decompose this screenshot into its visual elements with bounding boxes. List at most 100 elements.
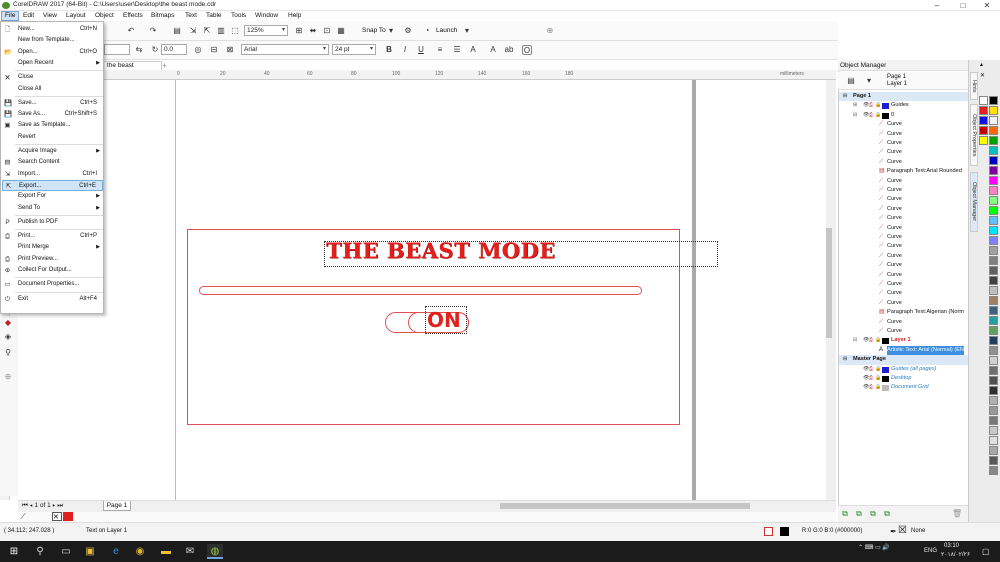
object-row-curve[interactable]: ⟋ Curve — [839, 224, 969, 233]
rotation-angle-field[interactable]: 0.0 — [161, 44, 187, 55]
palette-color-swatch[interactable] — [989, 196, 998, 205]
palette-color-swatch[interactable] — [989, 426, 998, 435]
menu-window[interactable]: Window — [252, 11, 281, 21]
palette-color-swatch[interactable] — [989, 186, 998, 195]
no-fill-icon[interactable]: ✕ — [980, 72, 985, 79]
object-row-layer-red[interactable]: ⊟ 👁 ⎙ 🔒 Layer 1 — [839, 336, 969, 345]
fit-page-icon[interactable]: ⊞ — [294, 26, 304, 36]
lock-icon[interactable]: 🔒 — [875, 383, 881, 392]
object-row-para[interactable]: ▤ Paragraph Text:Algerian (Norm — [839, 308, 969, 317]
object-row-curve[interactable]: ⟋ Curve — [839, 214, 969, 223]
lock-icon[interactable]: 🔒 — [875, 336, 881, 345]
tray-icons[interactable]: ⌃ ⌨ ▭ 🔊 — [858, 544, 890, 551]
lock-icon[interactable]: 🔒 — [875, 365, 881, 374]
object-row-curve[interactable]: ⟋ Curve — [839, 158, 969, 167]
smart-fill-icon[interactable]: ◈ — [3, 332, 13, 342]
file-menu-item-new[interactable]: 🗋 New... Ctrl+N — [2, 24, 103, 35]
object-row-curve[interactable]: ⟋ Curve — [839, 252, 969, 261]
palette-color-swatch[interactable] — [979, 106, 988, 115]
palette-color-swatch[interactable] — [989, 236, 998, 245]
add-toolbar-icon[interactable]: ⊕ — [545, 26, 555, 36]
object-row-curve[interactable]: ⟋ Curve — [839, 186, 969, 195]
palette-color-swatch[interactable] — [979, 126, 988, 135]
object-row-master[interactable]: 👁 ⎙ 🔒 Document Grid — [839, 383, 969, 392]
add-tool-icon[interactable]: ⊕ — [3, 372, 13, 382]
drop-cap-icon[interactable]: A — [468, 45, 478, 55]
object-row-curve[interactable]: ⟋ Curve — [839, 289, 969, 298]
rotate-icon[interactable]: ↻ — [150, 45, 160, 55]
object-manager-tab[interactable]: Object Manager — [970, 172, 978, 232]
palette-color-swatch[interactable] — [989, 406, 998, 415]
file-menu-item-exit[interactable]: ⏻ Exit Alt+F4 — [2, 294, 103, 305]
new-layer-icon[interactable]: ⧉ — [840, 509, 850, 519]
menu-effects[interactable]: Effects — [120, 11, 146, 21]
task-view-icon[interactable]: ▭ — [58, 544, 74, 559]
launch-dropdown[interactable]: Launch — [436, 27, 464, 34]
palette-color-swatch[interactable] — [989, 296, 998, 305]
export-icon[interactable]: ⇱ — [202, 26, 212, 36]
file-explorer-icon[interactable]: ▬ — [158, 544, 174, 559]
slider-track-shape[interactable] — [199, 286, 642, 295]
palette-color-swatch[interactable] — [989, 396, 998, 405]
file-menu-item-close[interactable]: 🗙 Close — [2, 72, 103, 83]
maximize-button[interactable]: □ — [952, 0, 974, 11]
symbol-icon[interactable]: ◎ — [193, 45, 203, 55]
fill-indicator-icon[interactable] — [764, 527, 773, 536]
printable-icon[interactable]: ⎙ — [869, 101, 873, 110]
palette-color-swatch[interactable] — [989, 366, 998, 375]
menu-view[interactable]: View — [40, 11, 60, 21]
tree-expand-icon[interactable]: ⊟ — [853, 111, 857, 120]
palette-color-swatch[interactable] — [989, 356, 998, 365]
bullet-list-icon[interactable]: ☰ — [452, 45, 462, 55]
fill-tool-icon[interactable]: ◆ — [3, 318, 13, 328]
bold-button[interactable]: B — [384, 45, 394, 55]
file-menu-item-publish-to-pdf[interactable]: P Publish to PDF — [2, 217, 103, 228]
menu-edit[interactable]: Edit — [20, 11, 37, 21]
object-row-curve[interactable]: ⟋ Curve — [839, 318, 969, 327]
first-page-icon[interactable]: ⏮ ◂ — [22, 502, 34, 509]
object-row-curve[interactable]: ⟋ Curve — [839, 177, 969, 186]
pen-icon[interactable]: ✒ — [890, 527, 897, 536]
delete-layer-icon[interactable]: 🗑 — [952, 509, 962, 519]
mail-icon[interactable]: ✉ — [182, 544, 198, 559]
menu-file[interactable]: File — [1, 11, 20, 21]
printable-icon[interactable]: ⎙ — [869, 111, 873, 120]
file-menu-item-print-preview[interactable]: ⎙ Print Preview... — [2, 254, 103, 265]
object-row-curve[interactable]: ⟋ Curve — [839, 139, 969, 148]
object-row-curve[interactable]: ⟋ Curve — [839, 271, 969, 280]
object-row-curve[interactable]: ⟋ Curve — [839, 327, 969, 336]
file-menu-item-open-recent[interactable]: Open Recent ▶ — [2, 58, 103, 69]
palette-color-swatch[interactable] — [989, 216, 998, 225]
object-row-master[interactable]: 👁 ⎙ 🔒 Guides (all pages) — [839, 365, 969, 374]
palette-color-swatch[interactable] — [989, 246, 998, 255]
menu-object[interactable]: Object — [92, 11, 117, 21]
tree-expand-icon[interactable]: ⊟ — [853, 336, 857, 345]
file-menu-item-send-to[interactable]: Send To ▶ — [2, 203, 103, 214]
edge-browser-icon[interactable]: e — [108, 544, 124, 559]
undo-icon[interactable]: ↶ — [126, 26, 136, 36]
keyboard-language[interactable]: ENG — [924, 548, 937, 554]
tree-expand-icon[interactable]: ⊞ — [853, 101, 857, 110]
file-menu-item-revert[interactable]: Revert — [2, 132, 103, 143]
edit-text-icon[interactable]: ab — [504, 45, 514, 55]
red-swatch[interactable] — [63, 512, 73, 521]
mirror-icon[interactable]: ⇆ — [134, 45, 144, 55]
search-content-icon[interactable]: ▤ — [172, 26, 182, 36]
object-row-curve[interactable]: ⟋ Curve — [839, 205, 969, 214]
palette-color-swatch[interactable] — [989, 346, 998, 355]
grid-icon[interactable]: ▦ — [336, 26, 346, 36]
zoom-level-select[interactable]: 125% — [244, 25, 288, 36]
object-row-selected[interactable]: A Artistic Text: Arial (Normal) (EN — [839, 345, 969, 356]
position-field[interactable] — [104, 44, 130, 55]
palette-color-swatch[interactable] — [989, 206, 998, 215]
lock-icon[interactable]: 🔒 — [875, 101, 881, 110]
file-menu-item-close-all[interactable]: Close All — [2, 84, 103, 95]
windows-start-icon[interactable]: ⊞ — [6, 544, 22, 559]
eyedropper-small-icon[interactable]: ⟋ — [18, 512, 28, 522]
palette-color-swatch[interactable] — [989, 326, 998, 335]
palette-color-swatch[interactable] — [989, 96, 998, 105]
file-menu-item-save-as-template[interactable]: ▣ Save as Template... — [2, 120, 103, 131]
palette-color-swatch[interactable] — [989, 286, 998, 295]
vmirror-icon[interactable]: ⊠ — [225, 45, 235, 55]
object-row-curve[interactable]: ⟋ Curve — [839, 130, 969, 139]
